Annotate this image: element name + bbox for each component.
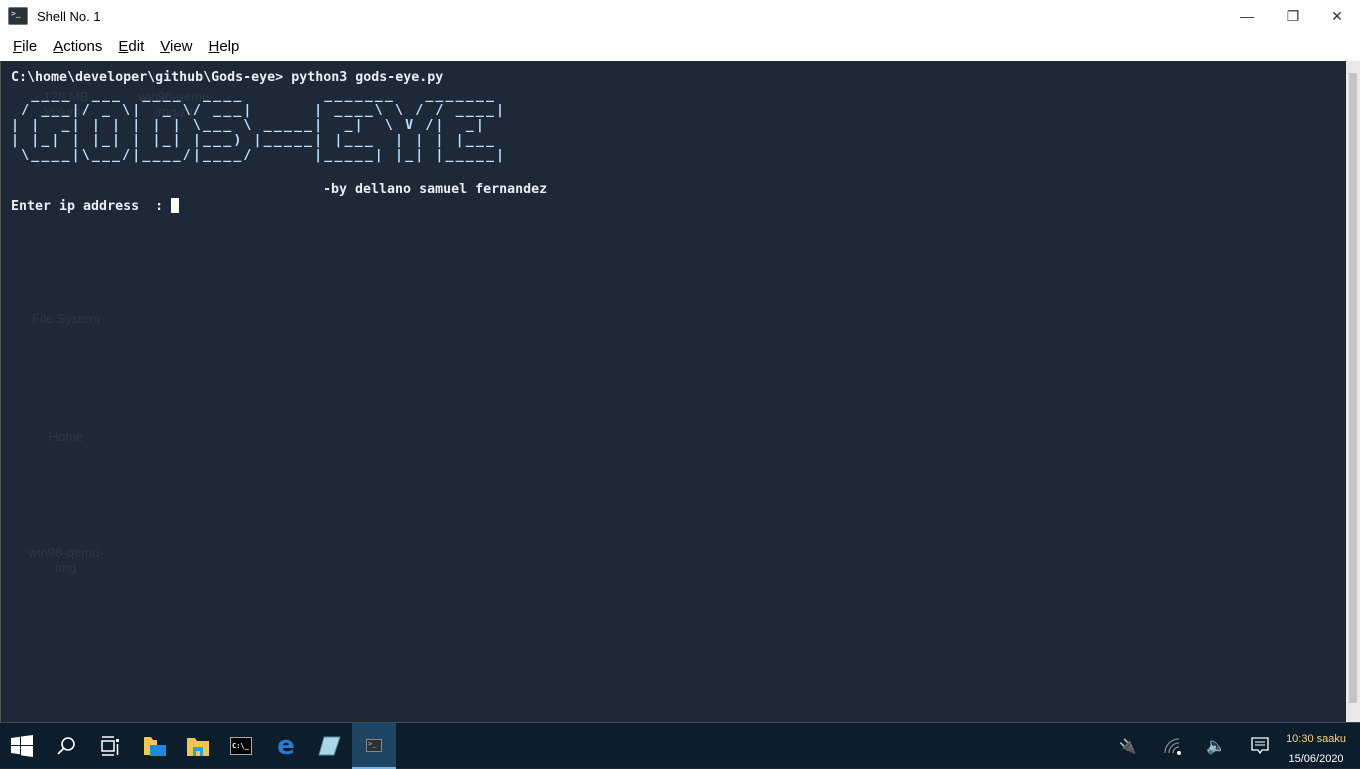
window-title: Shell No. 1 [37,8,101,24]
menu-help[interactable]: Help [201,38,248,55]
file-explorer-user-icon[interactable] [133,723,177,769]
clock-date: 15/06/2020 [1288,753,1344,765]
file-explorer-icon[interactable] [176,723,220,769]
volume-icon[interactable]: 🔈 [1194,723,1238,769]
notepad-icon[interactable] [308,723,352,769]
prompt-text: Enter ip address : [11,199,172,214]
start-icon[interactable] [0,723,44,769]
task-view-icon[interactable] [88,723,132,769]
taskbar: C:\_ e >_ 🔌 🔈 10:30 saaku 15/06/2020 [0,722,1360,769]
minimize-button[interactable]: — [1224,0,1270,32]
ip-prompt[interactable]: Enter ip address : [11,198,180,214]
search-icon[interactable] [44,723,88,769]
network-icon[interactable] [1151,723,1195,769]
close-button[interactable]: ✕ [1314,0,1360,32]
ascii-banner: ____ ___ ____ ____ _______ _______ / ___… [11,88,507,163]
scrollbar[interactable] [1346,61,1360,722]
notifications-icon[interactable] [1238,723,1282,769]
edge-icon[interactable]: e [264,723,308,769]
command-line: C:\home\developer\github\Gods-eye> pytho… [11,70,444,85]
menu-bar: File Actions Edit View Help [0,32,1360,61]
desktop-icon-home: Home [48,429,84,444]
cmd-icon[interactable]: C:\_ [219,723,263,769]
desktop-icon-win98: win98-qemu-img [28,545,104,575]
desktop-icon-file-system: File System [32,311,100,326]
byline: -by dellano samuel fernandez [323,182,548,197]
menu-view[interactable]: View [152,38,200,55]
title-bar: >_ Shell No. 1 — ❐ ✕ [0,0,1360,32]
power-icon[interactable]: 🔌 [1106,723,1150,769]
scroll-thumb[interactable] [1349,73,1357,703]
text-cursor [171,198,180,213]
clock-time: 10:30 saaku [1286,733,1346,745]
shell-icon[interactable]: >_ [352,723,396,769]
restore-button[interactable]: ❐ [1270,0,1316,32]
menu-file[interactable]: File [5,38,45,55]
clock[interactable]: 10:30 saaku 15/06/2020 [1286,729,1346,769]
menu-actions[interactable]: Actions [45,38,110,55]
terminal-icon: >_ [8,7,28,25]
menu-edit[interactable]: Edit [110,38,152,55]
